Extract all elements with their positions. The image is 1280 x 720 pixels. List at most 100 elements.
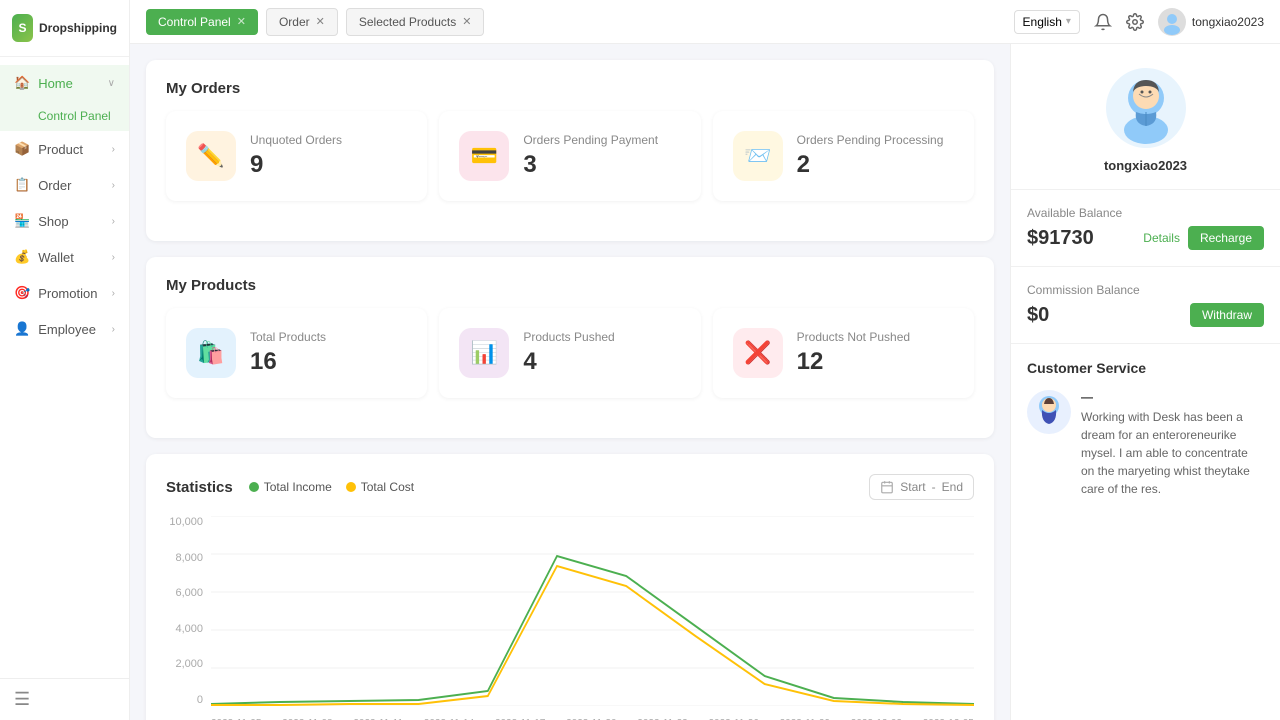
products-pushed-card: 📊 Products Pushed 4 <box>439 308 700 398</box>
stat-legend: Total Income Total Cost <box>249 480 414 494</box>
recharge-button[interactable]: Recharge <box>1188 226 1264 250</box>
wallet-icon: 💰 <box>14 249 30 265</box>
balance-value: $91730 <box>1027 227 1094 250</box>
balance-row: $91730 Details Recharge <box>1027 226 1264 250</box>
products-cards-row: 🛍️ Total Products 16 📊 Products Pushed 4 <box>166 308 974 398</box>
close-tab-selected-products[interactable]: ✕ <box>462 15 471 28</box>
my-orders-section: My Orders ✏️ Unquoted Orders 9 💳 Orders … <box>146 60 994 241</box>
pending-processing-card: 📨 Orders Pending Processing 2 <box>713 111 974 201</box>
legend-income: Total Income <box>249 480 332 494</box>
details-button[interactable]: Details <box>1143 226 1180 250</box>
commission-section: Commission Balance $0 Withdraw <box>1011 267 1280 344</box>
cs-agent-name: — <box>1081 390 1264 404</box>
shop-icon: 🏪 <box>14 213 30 229</box>
pending-payment-icon: 💳 <box>459 131 509 181</box>
cs-avatar <box>1027 390 1071 434</box>
logo: S Dropshipping <box>0 0 129 57</box>
total-products-label: Total Products <box>250 330 326 344</box>
products-not-pushed-card: ❌ Products Not Pushed 12 <box>713 308 974 398</box>
sidebar-item-order[interactable]: 📋 Order › <box>0 167 129 203</box>
balance-label: Available Balance <box>1027 206 1264 220</box>
sidebar-item-home[interactable]: 🏠 Home ∨ <box>0 65 129 101</box>
sidebar-home-label: Home <box>38 76 73 91</box>
balance-section: Available Balance $91730 Details Recharg… <box>1011 190 1280 267</box>
total-products-icon: 🛍️ <box>186 328 236 378</box>
products-pushed-value: 4 <box>523 348 614 376</box>
user-info[interactable]: tongxiao2023 <box>1158 8 1264 36</box>
main-content: My Orders ✏️ Unquoted Orders 9 💳 Orders … <box>130 44 1010 720</box>
my-products-section: My Products 🛍️ Total Products 16 📊 Produ… <box>146 257 994 438</box>
sidebar-item-promotion[interactable]: 🎯 Promotion › <box>0 275 129 311</box>
orders-cards-row: ✏️ Unquoted Orders 9 💳 Orders Pending Pa… <box>166 111 974 201</box>
chevron-right-icon: › <box>112 180 115 191</box>
statistics-title: Statistics <box>166 479 233 496</box>
pending-processing-label: Orders Pending Processing <box>797 133 944 147</box>
sidebar-employee-label: Employee <box>38 322 96 337</box>
unquoted-orders-card: ✏️ Unquoted Orders 9 <box>166 111 427 201</box>
unquoted-icon: ✏️ <box>186 131 236 181</box>
tab-selected-products[interactable]: Selected Products ✕ <box>346 8 485 36</box>
sidebar-item-product[interactable]: 📦 Product › <box>0 131 129 167</box>
main-area: Control Panel ✕ Order ✕ Selected Product… <box>130 0 1280 720</box>
topbar: Control Panel ✕ Order ✕ Selected Product… <box>130 0 1280 44</box>
username-label: tongxiao2023 <box>1192 15 1264 29</box>
legend-cost: Total Cost <box>346 480 414 494</box>
cost-label: Total Cost <box>361 480 414 494</box>
cost-dot <box>346 482 356 492</box>
unquoted-value: 9 <box>250 151 342 179</box>
topbar-right: English ▾ tongxiao2023 <box>1014 8 1264 36</box>
profile-username: tongxiao2023 <box>1104 158 1187 173</box>
tab-order[interactable]: Order ✕ <box>266 8 338 36</box>
menu-icon[interactable]: ☰ <box>14 689 30 709</box>
order-icon: 📋 <box>14 177 30 193</box>
cs-title: Customer Service <box>1027 360 1264 376</box>
sidebar-wallet-label: Wallet <box>38 250 74 265</box>
pending-processing-icon: 📨 <box>733 131 783 181</box>
sidebar-order-label: Order <box>38 178 71 193</box>
income-dot <box>249 482 259 492</box>
x-axis: 2023-11-05 2023-11-08 2023-11-11 2023-11… <box>211 711 974 720</box>
home-icon: 🏠 <box>14 75 30 91</box>
products-pushed-label: Products Pushed <box>523 330 614 344</box>
user-profile: tongxiao2023 <box>1011 44 1280 190</box>
commission-row: $0 Withdraw <box>1027 303 1264 327</box>
close-tab-control-panel[interactable]: ✕ <box>237 15 246 28</box>
pending-payment-value: 3 <box>523 151 658 179</box>
statistics-section: Statistics Total Income Total Cost <box>146 454 994 720</box>
cs-message: Working with Desk has been a dream for a… <box>1081 408 1264 498</box>
sidebar-promotion-label: Promotion <box>38 286 97 301</box>
tab-control-panel[interactable]: Control Panel ✕ <box>146 9 258 35</box>
close-tab-order[interactable]: ✕ <box>316 15 325 28</box>
pending-payment-label: Orders Pending Payment <box>523 133 658 147</box>
cs-agent: — Working with Desk has been a dream for… <box>1027 390 1264 498</box>
sidebar: S Dropshipping 🏠 Home ∨ Control Panel 📦 … <box>0 0 130 720</box>
chart-main <box>211 516 974 706</box>
pending-payment-card: 💳 Orders Pending Payment 3 <box>439 111 700 201</box>
right-panel: tongxiao2023 Available Balance $91730 De… <box>1010 44 1280 720</box>
withdraw-button[interactable]: Withdraw <box>1190 303 1264 327</box>
sidebar-item-employee[interactable]: 👤 Employee › <box>0 311 129 347</box>
profile-avatar <box>1106 68 1186 148</box>
sidebar-product-label: Product <box>38 142 83 157</box>
employee-icon: 👤 <box>14 321 30 337</box>
user-avatar <box>1158 8 1186 36</box>
settings-icon[interactable] <box>1126 13 1144 31</box>
sidebar-item-shop[interactable]: 🏪 Shop › <box>0 203 129 239</box>
notification-icon[interactable] <box>1094 13 1112 31</box>
sidebar-item-wallet[interactable]: 💰 Wallet › <box>0 239 129 275</box>
stat-header: Statistics Total Income Total Cost <box>166 474 974 500</box>
chevron-right-icon: › <box>112 144 115 155</box>
chart-area: 10,000 8,000 6,000 4,000 2,000 0 <box>166 516 974 720</box>
sidebar-sub-control-panel[interactable]: Control Panel <box>0 101 129 131</box>
date-range-picker[interactable]: Start - End <box>869 474 974 500</box>
my-orders-title: My Orders <box>166 80 974 97</box>
income-label: Total Income <box>264 480 332 494</box>
y-axis: 10,000 8,000 6,000 4,000 2,000 0 <box>166 516 211 706</box>
language-label: English <box>1023 15 1062 29</box>
content-wrapper: My Orders ✏️ Unquoted Orders 9 💳 Orders … <box>130 44 1280 720</box>
language-selector[interactable]: English ▾ <box>1014 10 1080 34</box>
products-not-pushed-label: Products Not Pushed <box>797 330 910 344</box>
unquoted-label: Unquoted Orders <box>250 133 342 147</box>
commission-label: Commission Balance <box>1027 283 1264 297</box>
total-products-value: 16 <box>250 348 326 376</box>
